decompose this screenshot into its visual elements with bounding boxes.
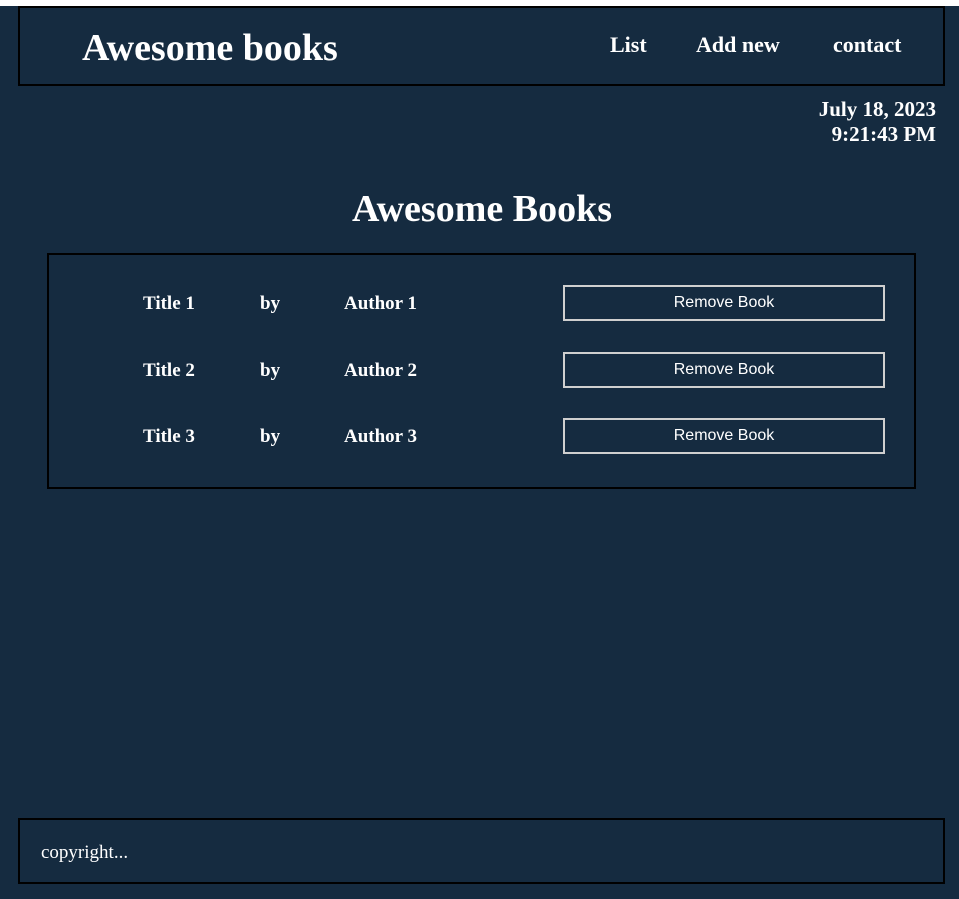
book-author: Author 3 [344,426,418,447]
site-header: Awesome books List Add new contact [18,6,945,86]
book-by-label: by [260,426,281,447]
book-row: Title 2 by Author 2 Remove Book [49,352,914,388]
book-by-label: by [260,293,281,314]
current-time: 9:21:43 PM [831,122,936,146]
nav-link-list[interactable]: List [610,32,647,58]
book-row: Title 1 by Author 1 Remove Book [49,285,914,321]
current-date: July 18, 2023 [818,97,936,121]
book-title: Title 2 [143,360,195,381]
book-list: Title 1 by Author 1 Remove Book Title 2 … [47,253,916,489]
book-title: Title 1 [143,293,195,314]
copyright-text: copyright... [41,842,129,863]
book-row: Title 3 by Author 3 Remove Book [49,418,914,454]
book-by-label: by [260,360,281,381]
site-footer: copyright... [18,818,945,884]
book-author: Author 2 [344,360,418,381]
book-title: Title 3 [143,426,195,447]
main-nav: List Add new contact [20,32,943,62]
book-author: Author 1 [344,293,418,314]
remove-book-button[interactable]: Remove Book [563,352,885,388]
remove-book-button[interactable]: Remove Book [563,285,885,321]
page-title: Awesome Books [351,188,612,230]
current-datetime: July 18, 2023 9:21:43 PM [819,97,936,147]
remove-book-button[interactable]: Remove Book [563,418,885,454]
nav-link-add-new[interactable]: Add new [696,32,780,58]
nav-link-contact[interactable]: contact [833,32,901,58]
